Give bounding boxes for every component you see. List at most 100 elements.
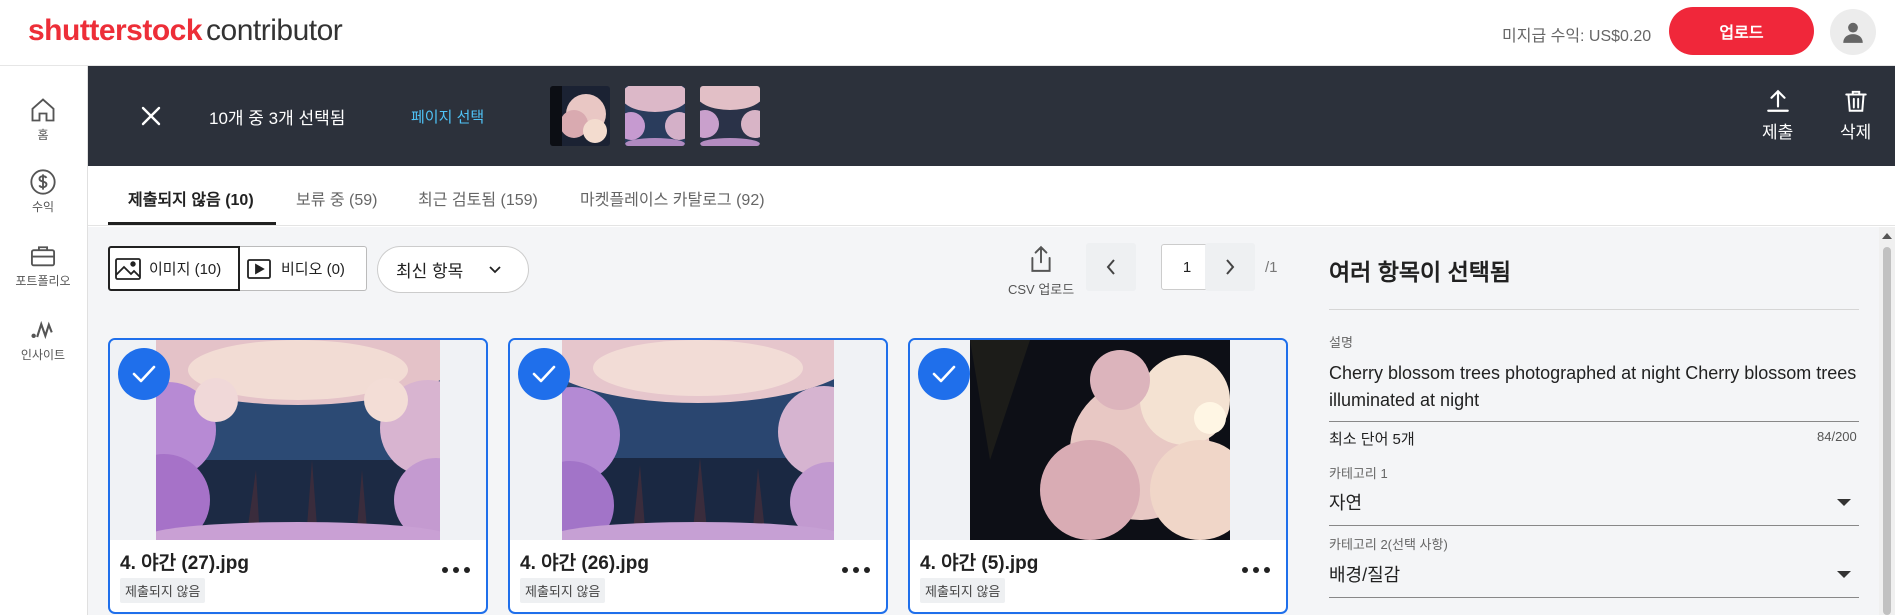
- main-content: 이미지 (10) 비디오 (0) 최신 항목 CSV 업로드 /1: [88, 227, 1309, 615]
- sidebar-item-portfolio[interactable]: 포트폴리오: [0, 242, 86, 289]
- select-page-link[interactable]: 페이지 선택: [411, 106, 484, 127]
- category1-value: 자연: [1329, 493, 1363, 513]
- more-options-button[interactable]: [1242, 560, 1270, 580]
- close-icon: [141, 106, 161, 126]
- selected-thumbnail[interactable]: [625, 86, 685, 146]
- home-icon: [31, 98, 55, 122]
- dot: [842, 567, 848, 573]
- dot: [1242, 567, 1248, 573]
- next-page-button[interactable]: [1205, 243, 1255, 291]
- sort-label: 최신 항목: [396, 262, 464, 281]
- tab-pending[interactable]: 보류 중 (59): [296, 186, 378, 210]
- sidebar: 홈 수익 포트폴리오 인사이트: [0, 66, 88, 615]
- dot: [1253, 567, 1259, 573]
- category1-underline: [1329, 525, 1859, 526]
- check-icon: [132, 365, 156, 383]
- sidebar-item-insights[interactable]: 인사이트: [0, 316, 86, 363]
- media-card[interactable]: 4. 야간 (27).jpg 제출되지 않음: [108, 338, 488, 614]
- selected-thumbnail[interactable]: [550, 86, 610, 146]
- sidebar-item-label: 수익: [31, 200, 55, 214]
- dot: [464, 567, 470, 573]
- divider: [1329, 309, 1859, 310]
- unpaid-earnings: 미지급 수익: US$0.20: [1502, 28, 1652, 45]
- status-tabs: 제출되지 않음 (10) 보류 중 (59) 최근 검토됨 (159) 마켓플레…: [88, 166, 1895, 226]
- video-icon: [247, 258, 271, 279]
- upload-icon: [1766, 89, 1789, 112]
- selection-count: 10개 중 3개 선택됨: [209, 109, 346, 128]
- selected-checkmark[interactable]: [118, 348, 170, 400]
- more-options-button[interactable]: [442, 560, 470, 580]
- sidebar-item-home[interactable]: 홈: [0, 96, 86, 143]
- active-tab-indicator: [108, 222, 276, 225]
- sidebar-item-earnings[interactable]: 수익: [0, 168, 86, 215]
- chevron-down-icon: [489, 265, 501, 273]
- submit-button[interactable]: 제출: [1762, 88, 1793, 143]
- share-upload-icon: [1031, 245, 1051, 272]
- description-underline: [1329, 421, 1859, 422]
- dot: [1264, 567, 1270, 573]
- delete-label: 삭제: [1840, 123, 1872, 142]
- panel-scrollbar[interactable]: [1879, 227, 1895, 615]
- page-total: /1: [1265, 259, 1278, 276]
- chevron-right-icon: [1226, 259, 1235, 275]
- sort-dropdown[interactable]: 최신 항목: [377, 246, 529, 293]
- selected-checkmark[interactable]: [918, 348, 970, 400]
- logo-product: contributor: [206, 14, 343, 47]
- selected-checkmark[interactable]: [518, 348, 570, 400]
- category2-value: 배경/질감: [1329, 565, 1401, 585]
- images-filter-label: 이미지 (10): [149, 261, 222, 278]
- sidebar-item-label: 포트폴리오: [15, 274, 71, 288]
- csv-upload-button[interactable]: CSV 업로드: [1008, 245, 1074, 298]
- category2-underline: [1329, 597, 1859, 598]
- tab-marketplace-catalog[interactable]: 마켓플레이스 카탈로그 (92): [580, 186, 765, 210]
- details-panel: 여러 항목이 선택됨 설명 Cherry blossom trees photo…: [1309, 227, 1879, 615]
- dot: [453, 567, 459, 573]
- photo-cherry-tree-night: [970, 340, 1230, 540]
- description-field[interactable]: Cherry blossom trees photographed at nig…: [1329, 360, 1859, 414]
- selection-bar: 10개 중 3개 선택됨 페이지 선택 제출 삭제: [88, 66, 1895, 166]
- media-card[interactable]: 4. 야간 (26).jpg 제출되지 않음: [508, 338, 888, 614]
- upload-button[interactable]: 업로드: [1669, 7, 1814, 55]
- media-card[interactable]: 4. 야간 (5).jpg 제출되지 않음: [908, 338, 1288, 614]
- images-filter-button[interactable]: 이미지 (10): [108, 246, 240, 291]
- status-badge: 제출되지 않음: [120, 578, 206, 603]
- delete-button[interactable]: 삭제: [1840, 88, 1871, 143]
- check-icon: [532, 365, 556, 383]
- category1-select[interactable]: 자연: [1329, 489, 1859, 519]
- scroll-up-arrow[interactable]: [1882, 233, 1892, 239]
- category2-label: 카테고리 2(선택 사항): [1329, 537, 1448, 552]
- prev-page-button[interactable]: [1086, 243, 1136, 291]
- trash-icon: [1844, 90, 1867, 112]
- character-count: 84/200: [1817, 429, 1857, 444]
- logo[interactable]: shutterstock contributor: [28, 14, 343, 48]
- check-icon: [932, 365, 956, 383]
- photo-cherry-blossoms: [562, 340, 834, 540]
- briefcase-icon: [30, 246, 56, 267]
- dot: [864, 567, 870, 573]
- more-options-button[interactable]: [842, 560, 870, 580]
- dot: [853, 567, 859, 573]
- csv-upload-label: CSV 업로드: [1008, 282, 1075, 297]
- close-selection-button[interactable]: [136, 101, 166, 131]
- dollar-icon: [30, 169, 56, 195]
- description-label: 설명: [1329, 335, 1353, 350]
- file-name: 4. 야간 (5).jpg: [920, 553, 1039, 574]
- min-words-hint: 최소 단어 5개: [1329, 431, 1415, 448]
- sidebar-item-label: 홈: [37, 128, 49, 142]
- avatar[interactable]: [1830, 9, 1876, 55]
- logo-brand: shutterstock: [28, 14, 203, 47]
- sidebar-item-label: 인사이트: [20, 348, 66, 362]
- videos-filter-button[interactable]: 비디오 (0): [240, 246, 367, 291]
- tab-recently-reviewed[interactable]: 최근 검토됨 (159): [418, 186, 538, 210]
- scrollbar-thumb[interactable]: [1883, 247, 1891, 615]
- photo-cherry-blossoms: [156, 340, 440, 540]
- selected-thumbnail[interactable]: [700, 86, 760, 146]
- chevron-left-icon: [1106, 259, 1115, 275]
- tab-not-submitted[interactable]: 제출되지 않음 (10): [128, 186, 254, 210]
- caret-down-icon: [1837, 571, 1851, 578]
- insights-icon: [31, 320, 53, 340]
- category2-select[interactable]: 배경/질감: [1329, 561, 1859, 591]
- file-name: 4. 야간 (26).jpg: [520, 553, 649, 574]
- top-bar: shutterstock contributor 미지급 수익: US$0.20 …: [0, 0, 1895, 66]
- image-icon: [115, 257, 141, 280]
